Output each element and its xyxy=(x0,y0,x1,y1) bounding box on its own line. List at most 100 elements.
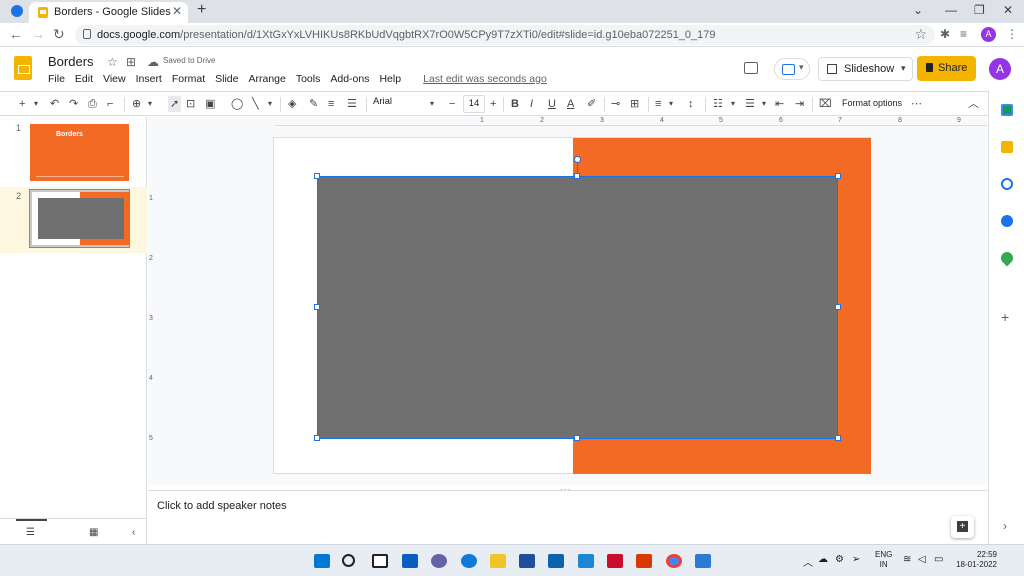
text-color-icon[interactable]: A xyxy=(567,96,574,112)
shape-icon[interactable]: ◯ xyxy=(231,96,243,112)
line-dropdown-icon[interactable]: ▾ xyxy=(268,96,272,112)
photos-icon[interactable] xyxy=(695,554,711,568)
numbered-dropdown-icon[interactable]: ▾ xyxy=(762,96,766,112)
file-explorer-icon[interactable] xyxy=(490,554,506,568)
chrome-profile-avatar[interactable]: A xyxy=(981,27,996,42)
menu-tools[interactable]: Tools xyxy=(296,73,321,85)
redo-icon[interactable]: ↷ xyxy=(69,96,78,112)
paint-format-icon[interactable]: ⌐ xyxy=(107,96,113,112)
highlight-color-icon[interactable]: ✐ xyxy=(587,96,596,112)
keep-icon[interactable] xyxy=(1001,141,1013,153)
chevron-down-icon[interactable]: ▾ xyxy=(901,63,906,74)
add-comment-icon[interactable]: ⊞ xyxy=(630,96,639,112)
border-weight-icon[interactable]: ≡ xyxy=(328,96,334,112)
extensions-icon[interactable]: ✱ xyxy=(940,27,950,41)
menu-view[interactable]: View xyxy=(103,73,126,85)
increase-font-size-button[interactable]: + xyxy=(490,96,496,112)
line-icon[interactable]: ╲ xyxy=(252,96,259,112)
slide-canvas[interactable] xyxy=(273,137,871,474)
fill-color-icon[interactable]: ◈ xyxy=(288,96,296,112)
bookmark-star-icon[interactable]: ☆ xyxy=(914,26,927,43)
insert-link-icon[interactable]: ⊸ xyxy=(611,96,620,112)
bold-icon[interactable]: B xyxy=(511,96,519,112)
horizontal-ruler[interactable]: 1 2 3 4 5 6 7 8 9 xyxy=(275,117,987,126)
task-view-icon[interactable] xyxy=(372,554,388,568)
menu-insert[interactable]: Insert xyxy=(136,73,162,85)
new-tab-button[interactable]: + xyxy=(197,1,206,19)
present-options-button[interactable]: ▾ xyxy=(774,58,810,80)
maps-icon[interactable] xyxy=(998,249,1016,267)
slide-thumbnail-1[interactable]: Borders xyxy=(30,124,129,181)
decrease-indent-icon[interactable]: ⇤ xyxy=(775,96,784,112)
explore-button[interactable]: + xyxy=(951,516,974,538)
print-icon[interactable]: ⎙ xyxy=(88,96,97,112)
menu-help[interactable]: Help xyxy=(379,73,401,85)
italic-icon[interactable]: I xyxy=(530,96,533,112)
search-icon[interactable] xyxy=(342,554,355,567)
move-folder-icon[interactable]: ⊞ xyxy=(126,55,136,69)
url-text[interactable]: docs.google.com/presentation/d/1XtGxYxLV… xyxy=(97,29,716,41)
menu-edit[interactable]: Edit xyxy=(75,73,93,85)
new-slide-icon[interactable]: + xyxy=(19,96,25,112)
share-button[interactable]: Share xyxy=(917,56,976,81)
insert-image-icon[interactable]: ▣ xyxy=(205,96,215,112)
select-cursor-icon[interactable]: ➚ xyxy=(168,96,182,112)
get-addons-icon[interactable]: + xyxy=(1001,309,1009,325)
selected-gray-rectangle[interactable] xyxy=(317,176,838,439)
vertical-ruler[interactable]: 1 2 3 4 5 xyxy=(148,138,157,478)
app-l-icon[interactable] xyxy=(578,554,594,568)
zoom-icon[interactable]: ⊕ xyxy=(132,96,141,112)
battery-icon[interactable]: ▭ xyxy=(934,554,943,565)
widgets-icon[interactable] xyxy=(402,554,418,568)
resize-handle-bottom-left[interactable] xyxy=(314,435,320,441)
collapse-panel-icon[interactable]: ‹ xyxy=(132,527,135,538)
volume-icon[interactable]: ◁ xyxy=(918,554,926,565)
menu-file[interactable]: File xyxy=(48,73,65,85)
store-icon[interactable] xyxy=(519,554,535,568)
resize-handle-left[interactable] xyxy=(314,304,320,310)
border-color-icon[interactable]: ✎ xyxy=(309,96,318,112)
resize-handle-bottom-right[interactable] xyxy=(835,435,841,441)
account-avatar[interactable]: A xyxy=(989,58,1011,80)
comment-history-icon[interactable] xyxy=(744,62,758,74)
windows-start-icon[interactable] xyxy=(314,554,330,568)
slide-thumbnail-2[interactable] xyxy=(29,189,130,248)
calendar-icon[interactable] xyxy=(1001,104,1013,116)
undo-icon[interactable]: ↶ xyxy=(50,96,59,112)
align-dropdown-icon[interactable]: ▾ xyxy=(669,96,673,112)
decrease-font-size-button[interactable]: − xyxy=(449,96,455,112)
format-options-button[interactable]: Format options xyxy=(842,98,902,108)
close-tab-icon[interactable]: ✕ xyxy=(172,4,182,18)
font-size-input[interactable]: 14 xyxy=(463,95,485,113)
menu-format[interactable]: Format xyxy=(172,73,205,85)
speaker-notes[interactable]: Click to add speaker notes xyxy=(148,490,987,544)
document-title[interactable]: Borders xyxy=(48,54,94,69)
maximize-button[interactable]: ❐ xyxy=(974,3,985,17)
bulleted-list-icon[interactable]: ☷ xyxy=(713,96,723,112)
minimize-button[interactable]: — xyxy=(945,3,957,17)
collapse-toolbar-icon[interactable]: ︿ xyxy=(968,96,979,112)
profile-dot-icon[interactable] xyxy=(11,5,23,17)
filmstrip-view-icon[interactable]: ☰ xyxy=(26,527,35,538)
contacts-icon[interactable] xyxy=(1001,215,1013,227)
star-icon[interactable]: ☆ xyxy=(107,55,118,69)
last-edit-link[interactable]: Last edit was seconds ago xyxy=(423,73,547,85)
slides-logo-icon[interactable] xyxy=(14,56,32,80)
office-icon[interactable] xyxy=(636,554,652,568)
show-hidden-icons-icon[interactable]: ︿ xyxy=(803,554,813,569)
forward-button[interactable]: → xyxy=(31,26,45,42)
menu-addons[interactable]: Add-ons xyxy=(330,73,369,85)
onedrive-icon[interactable]: ☁ xyxy=(818,554,828,565)
back-button[interactable]: ← xyxy=(9,26,23,42)
tab-search-icon[interactable]: ⌄ xyxy=(913,3,923,17)
mcafee-icon[interactable] xyxy=(607,554,623,568)
system-clock[interactable]: 22:59 18-01-2022 xyxy=(955,550,997,570)
network-share-icon[interactable]: ⚙ xyxy=(835,554,844,565)
telegram-icon[interactable]: ➢ xyxy=(852,554,860,565)
resize-handle-top-left[interactable] xyxy=(314,173,320,179)
clear-formatting-icon[interactable]: ⌧ xyxy=(819,96,832,112)
resize-handle-top[interactable] xyxy=(574,173,580,179)
omnibox[interactable]: docs.google.com/presentation/d/1XtGxYxLV… xyxy=(75,25,935,45)
line-spacing-icon[interactable]: ↕ xyxy=(688,96,694,112)
slideshow-button[interactable]: Slideshow ▾ xyxy=(818,57,913,81)
